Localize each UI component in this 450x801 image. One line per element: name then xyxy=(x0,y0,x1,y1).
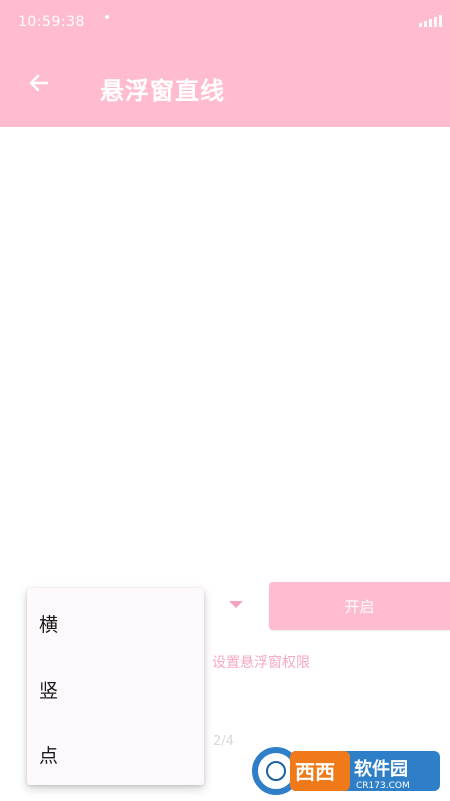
dropdown-option-horizontal[interactable]: 横 xyxy=(27,590,204,654)
page-title: 悬浮窗直线 xyxy=(100,77,225,105)
option-label: 竖 xyxy=(39,680,59,702)
signal-icon xyxy=(419,15,442,27)
watermark-domain: CR173.COM xyxy=(356,781,410,791)
watermark-brand: 西西 xyxy=(295,760,335,784)
dropdown-triangle-icon[interactable] xyxy=(229,601,243,608)
open-button[interactable]: 开启 xyxy=(269,582,450,630)
app-bar: 10:59:38 • 悬浮窗直线 xyxy=(0,0,450,127)
option-label: 横 xyxy=(39,614,59,636)
permission-link[interactable]: 设置悬浮窗权限 xyxy=(212,652,310,672)
page-indicator: 2/4 xyxy=(213,734,234,749)
notification-dot: • xyxy=(103,10,112,26)
arrow-left-icon xyxy=(29,74,49,92)
option-label: 点 xyxy=(39,745,59,767)
status-time: 10:59:38 xyxy=(18,14,85,30)
watermark-name: 软件园 xyxy=(354,758,408,780)
dropdown-option-dot[interactable]: 点 xyxy=(27,721,204,785)
line-type-dropdown: 横 竖 点 xyxy=(27,588,204,785)
back-button[interactable] xyxy=(22,66,56,100)
dropdown-option-vertical[interactable]: 竖 xyxy=(27,656,204,720)
status-bar: 10:59:38 • xyxy=(0,0,450,46)
watermark-logo: 西西 软件园 CR173.COM xyxy=(250,745,446,797)
